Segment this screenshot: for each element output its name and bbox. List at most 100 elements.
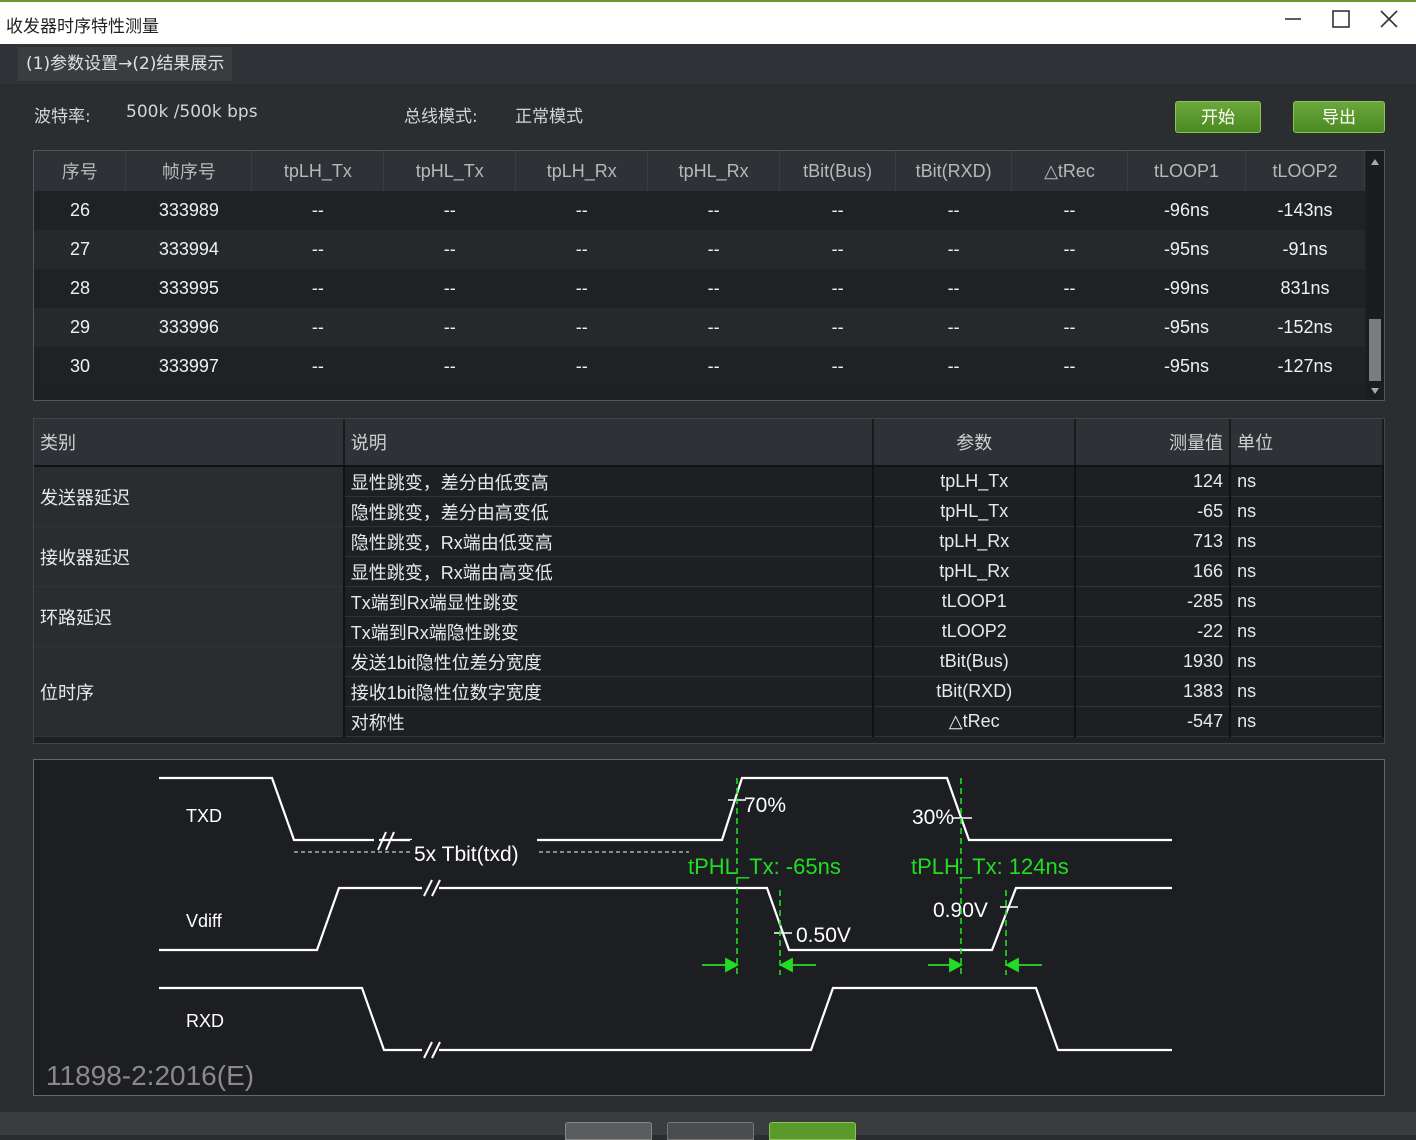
table-cell: -- (895, 347, 1012, 386)
description-cell: 发送1bit隐性位差分宽度 (343, 646, 875, 677)
value-cell: -285 (1075, 586, 1232, 617)
table-cell: 28 (34, 269, 126, 308)
table-cell: -- (515, 191, 648, 230)
cancel-button[interactable] (667, 1122, 754, 1140)
table-cell: 333989 (125, 191, 252, 230)
table-cell: -99ns (1127, 269, 1246, 308)
threshold-30: 30% (912, 806, 954, 829)
table-row[interactable]: 28 333995 -- -- -- -- -- -- -- -99ns 831ns (34, 269, 1365, 308)
close-dialog-button[interactable] (769, 1122, 856, 1140)
maximize-icon (1332, 10, 1350, 28)
frame-col-header: tpLH_Tx (251, 151, 385, 191)
window-title: 收发器时序特性测量 (6, 17, 159, 37)
table-cell: -- (647, 230, 780, 269)
table-cell: -152ns (1245, 308, 1365, 347)
minimize-icon (1285, 18, 1301, 20)
timing-diagram-svg: 5x Tbit(txd) TXD Vdiff RXD 70% 30% 0.50V… (46, 776, 1172, 1091)
table-cell: -95ns (1127, 230, 1246, 269)
start-button[interactable]: 开始 (1175, 101, 1261, 133)
table-cell: -96ns (1127, 191, 1246, 230)
threshold-050: 0.50V (796, 924, 851, 947)
maximize-button[interactable] (1324, 8, 1358, 38)
close-icon (1380, 10, 1398, 28)
table-cell: -- (647, 308, 780, 347)
param-cell: tLOOP1 (873, 586, 1077, 617)
table-cell: 27 (34, 230, 126, 269)
table-cell: -- (779, 347, 896, 386)
frame-table-header: 序号 帧序号 tpLH_Tx tpHL_Tx tpLH_Rx tpHL_Rx tBit(Bu… (34, 151, 1366, 191)
frame-col-header: 帧序号 (125, 151, 253, 191)
timing-diagram: 5x Tbit(txd) TXD Vdiff RXD 70% 30% 0.50V… (33, 759, 1385, 1096)
table-cell: -- (383, 230, 516, 269)
threshold-70: 70% (744, 794, 786, 817)
category-cell: 位时序 (34, 646, 345, 737)
frame-col-header: tpHL_Tx (383, 151, 517, 191)
result-row: 位时序 发送1bit隐性位差分宽度 tBit(Bus) 1930 ns (34, 646, 1384, 737)
value-cell: 124 (1075, 466, 1232, 497)
table-cell: 30 (34, 347, 126, 386)
value-cell: -22 (1075, 616, 1232, 647)
param-cell: tpHL_Tx (873, 496, 1077, 527)
col-description: 说明 (343, 419, 875, 467)
table-cell: -- (251, 269, 384, 308)
tphl-label: tPHL_Tx: -65ns (688, 854, 841, 879)
param-cell: tpHL_Rx (873, 556, 1077, 587)
frame-col-header: 序号 (34, 151, 127, 191)
table-row[interactable]: 30 333997 -- -- -- -- -- -- -- -95ns -127ns (34, 347, 1365, 386)
baud-value: 500k /500k bps (126, 102, 258, 122)
value-cell: 1930 (1075, 646, 1232, 677)
table-cell: 831ns (1245, 269, 1365, 308)
table-cell: -- (515, 347, 648, 386)
table-cell: -- (515, 230, 648, 269)
category-cell: 环路延迟 (34, 586, 345, 647)
table-cell: -91ns (1245, 230, 1365, 269)
col-value: 测量值 (1075, 419, 1232, 467)
table-row[interactable]: 26 333989 -- -- -- -- -- -- -- -96ns -143ns (34, 191, 1365, 230)
param-cell: △tRec (873, 706, 1077, 737)
table-cell: 333995 (125, 269, 252, 308)
description-cell: 对称性 (343, 706, 875, 737)
frame-table-scrollbar[interactable] (1366, 151, 1384, 400)
bus-mode-label: 总线模式: (404, 107, 478, 127)
export-button[interactable]: 导出 (1293, 101, 1385, 133)
result-row: 发送器延迟 显性跳变，差分由低变高 tpLH_Tx 124 ns (34, 466, 1384, 527)
value-cell: -547 (1075, 706, 1232, 737)
table-cell: -- (1011, 269, 1128, 308)
value-cell: 713 (1075, 526, 1232, 557)
unit-cell: ns (1230, 556, 1384, 587)
table-cell: -- (383, 269, 516, 308)
minimize-button[interactable] (1276, 8, 1310, 38)
table-row[interactable]: 29 333996 -- -- -- -- -- -- -- -95ns -152ns (34, 308, 1365, 347)
close-button[interactable] (1372, 8, 1406, 38)
frame-col-header: tpLH_Rx (515, 151, 649, 191)
table-row[interactable]: 27 333994 -- -- -- -- -- -- -- -95ns -91ns (34, 230, 1365, 269)
table-cell: 333996 (125, 308, 252, 347)
frame-col-header: tLOOP2 (1245, 151, 1366, 191)
title-bar: 收发器时序特性测量 (0, 0, 1416, 44)
table-cell: -- (895, 230, 1012, 269)
bus-mode-value: 正常模式 (515, 107, 583, 127)
delay-arrows (702, 957, 1042, 973)
col-unit: 单位 (1230, 419, 1384, 467)
scroll-thumb[interactable] (1369, 319, 1381, 381)
table-cell: -- (251, 308, 384, 347)
signal-rxd: RXD (186, 1011, 224, 1031)
unit-cell: ns (1230, 646, 1384, 677)
unit-cell: ns (1230, 616, 1384, 647)
result-row: 接收器延迟 隐性跳变，Rx端由低变高 tpLH_Rx 713 ns (34, 526, 1384, 587)
table-cell: -- (251, 191, 384, 230)
frame-col-header: tpHL_Rx (647, 151, 781, 191)
table-cell: -- (515, 269, 648, 308)
table-cell: -- (647, 191, 780, 230)
table-cell: 26 (34, 191, 126, 230)
prev-step-button[interactable] (565, 1122, 652, 1140)
result-table: 类别 说明 参数 测量值 单位 发送器延迟 显性跳变，差分由低变高 tpLH_Tx 1… (33, 418, 1385, 744)
table-cell: -- (515, 308, 648, 347)
table-cell: -- (251, 347, 384, 386)
table-cell: -- (383, 347, 516, 386)
description-cell: 显性跳变，差分由低变高 (343, 466, 875, 497)
unit-cell: ns (1230, 466, 1384, 497)
description-cell: 显性跳变，Rx端由高变低 (343, 556, 875, 587)
value-cell: -65 (1075, 496, 1232, 527)
category-cell: 接收器延迟 (34, 526, 345, 587)
